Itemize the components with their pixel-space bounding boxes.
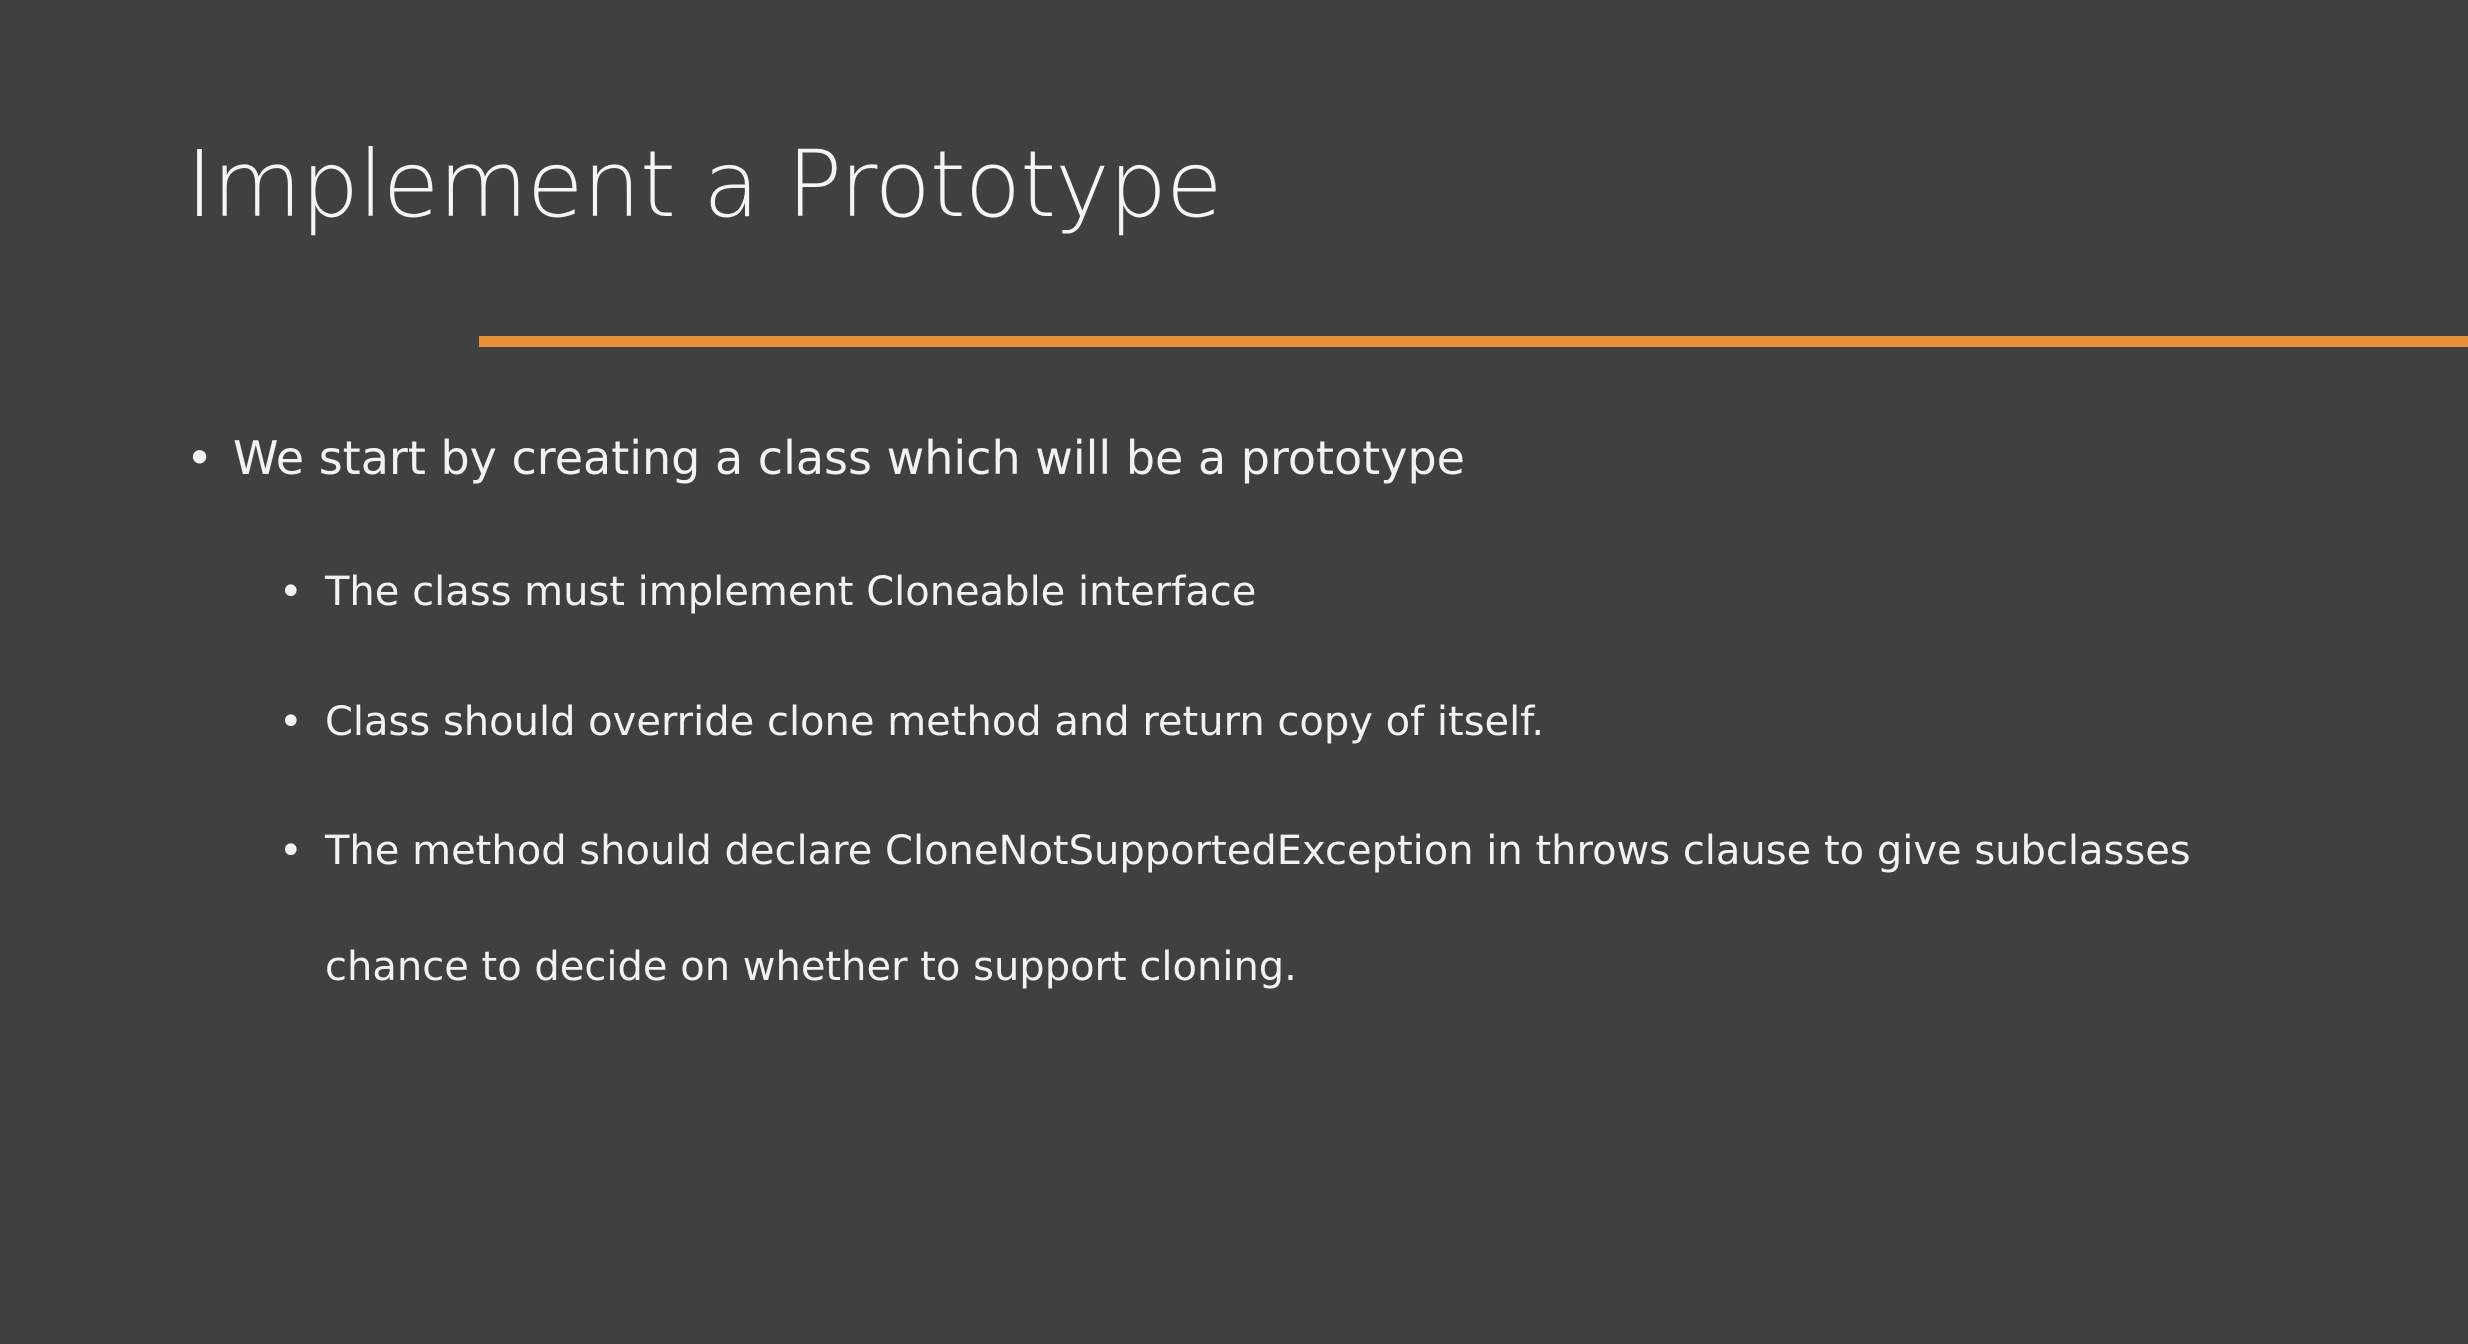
- slide-title: Implement a Prototype: [186, 131, 1223, 238]
- bullet-dot-icon: •: [186, 431, 214, 485]
- bullet-text-line-2: chance to decide on whether to support c…: [325, 944, 1297, 990]
- bullet-text: We start by creating a class which will …: [233, 431, 1465, 485]
- slide: Implement a Prototype • We start by crea…: [0, 0, 2468, 1344]
- bullet-text-multiline: The method should declare CloneNotSuppor…: [325, 793, 2191, 1025]
- bullet-text: Class should override clone method and r…: [325, 699, 1545, 745]
- bullet-dot-icon: •: [279, 828, 303, 874]
- bullet-text-line-1: The method should declare CloneNotSuppor…: [325, 828, 2191, 874]
- bullet-dot-icon: •: [279, 699, 303, 745]
- bullet-dot-icon: •: [279, 569, 303, 615]
- title-accent-rule: [479, 336, 2468, 347]
- bullet-text: The class must implement Cloneable inter…: [325, 569, 1257, 615]
